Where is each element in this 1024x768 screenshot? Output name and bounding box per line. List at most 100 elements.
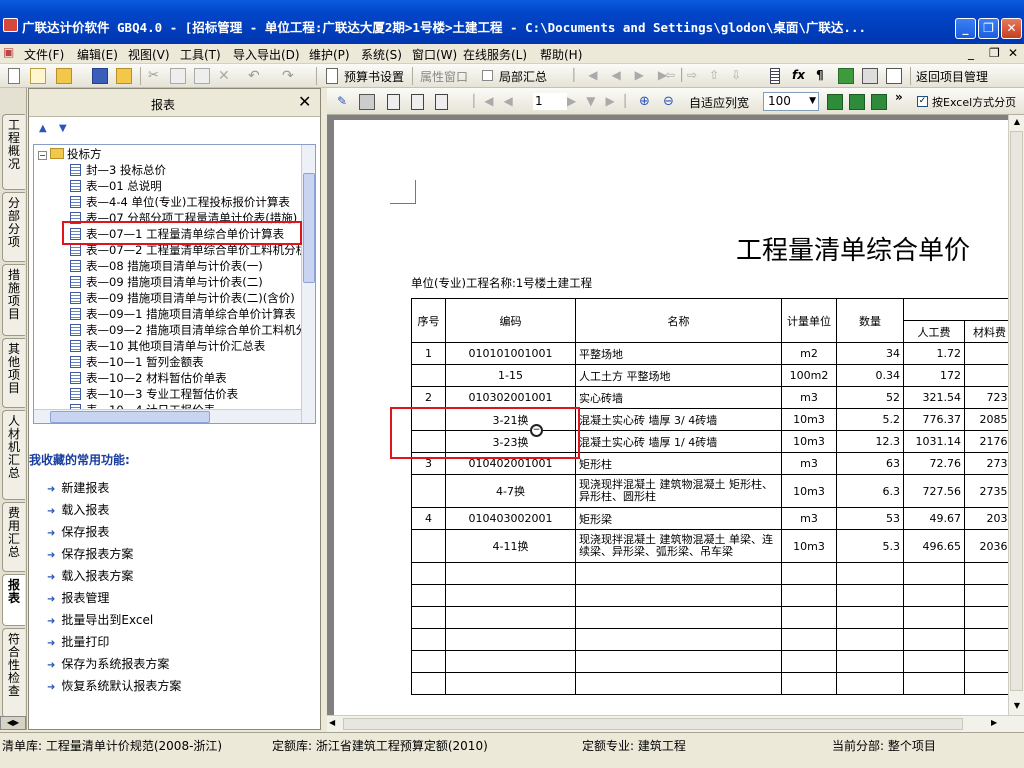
- zoom-in-icon[interactable]: ⊕: [639, 94, 655, 110]
- zoom-select[interactable]: 100 ▼: [763, 92, 819, 111]
- new-project-icon[interactable]: [30, 68, 46, 84]
- menu-help[interactable]: 帮助(H): [540, 46, 582, 63]
- menu-system[interactable]: 系统(S): [361, 46, 402, 63]
- favorite-item[interactable]: ➜ 批量导出到Excel: [47, 611, 153, 628]
- tree-item[interactable]: 封—3 投标总价: [70, 162, 166, 178]
- tree-item[interactable]: 表—10—1 暂列金额表: [70, 354, 204, 370]
- scroll-up-icon[interactable]: ▲: [1010, 115, 1024, 129]
- collapse-all-icon[interactable]: ▼: [59, 123, 67, 134]
- expand-all-icon[interactable]: ▲: [39, 123, 47, 134]
- zoom-out-icon[interactable]: ⊖: [663, 94, 679, 110]
- paragraph-icon[interactable]: ¶: [816, 68, 824, 82]
- folder-icon[interactable]: [116, 68, 132, 84]
- tree-item[interactable]: 表—08 措施项目清单与计价表(一): [70, 258, 263, 274]
- tree-item[interactable]: 表—09 措施项目清单与计价表(二)(含价): [70, 290, 295, 306]
- table-row[interactable]: 2 010302001001 实心砖墙 m3 52 321.54 723.: [411, 386, 1015, 409]
- table-row[interactable]: 1 010101001001 平整场地 m2 34 1.72: [411, 342, 1015, 365]
- menu-edit[interactable]: 编辑(E): [77, 46, 118, 63]
- mdi-close-icon[interactable]: ✕: [1008, 46, 1018, 60]
- favorite-item[interactable]: ➜ 恢复系统默认报表方案: [47, 677, 181, 694]
- back-to-project-button[interactable]: 返回项目管理: [916, 68, 988, 85]
- calculator-icon[interactable]: [770, 68, 780, 84]
- redo-icon[interactable]: ↷: [282, 68, 298, 84]
- mdi-minimize-icon[interactable]: _: [968, 46, 974, 60]
- fit-width-button[interactable]: 自适应列宽: [689, 94, 749, 111]
- tree-item[interactable]: 表—10—3 专业工程暂估价表: [70, 386, 238, 402]
- menu-window[interactable]: 窗口(W): [412, 46, 457, 63]
- tree-item[interactable]: 表—09—2 措施项目清单综合单价工料机分析表: [70, 322, 315, 338]
- excel-paging-label[interactable]: 按Excel方式分页: [932, 94, 1016, 110]
- tree-item[interactable]: 表—09 措施项目清单与计价表(二): [70, 274, 263, 290]
- tree-hscroll-thumb[interactable]: [50, 411, 210, 423]
- minimize-button[interactable]: _: [955, 18, 976, 39]
- save-icon[interactable]: [92, 68, 108, 84]
- property-window-button[interactable]: 属性窗口: [420, 68, 468, 85]
- collapse-toggle-icon[interactable]: −: [38, 151, 47, 160]
- preview-hscroll-thumb[interactable]: [343, 718, 963, 730]
- export-excel-icon[interactable]: [827, 94, 843, 110]
- tab-scroll-arrows-icon[interactable]: ◀▶: [0, 716, 26, 730]
- first-prev-icon[interactable]: ▕◀◀: [465, 94, 523, 108]
- page-number-field[interactable]: 1: [533, 93, 567, 110]
- tab-project-overview[interactable]: 工程概况: [2, 114, 25, 190]
- tab-divisions[interactable]: 分部分项: [2, 192, 25, 262]
- scroll-left-icon[interactable]: ◀: [329, 718, 335, 727]
- tree-vscroll[interactable]: [301, 145, 315, 423]
- tree-item[interactable]: 表—01 总说明: [70, 178, 162, 194]
- preview-vscroll-thumb[interactable]: [1010, 131, 1023, 691]
- tab-cost-summary[interactable]: 费用汇总: [2, 502, 25, 572]
- tab-other-items[interactable]: 其他项目: [2, 338, 25, 408]
- budget-settings-button[interactable]: 预算书设置: [344, 68, 404, 85]
- multi-page-icon[interactable]: [435, 94, 448, 110]
- tree-item[interactable]: 表—10—2 材料暂估价单表: [70, 370, 227, 386]
- move-arrows-icon[interactable]: ⇦⇨⇧⇩: [665, 68, 753, 82]
- favorite-item[interactable]: ➜ 载入报表方案: [47, 567, 133, 584]
- tree-item[interactable]: 表—09—1 措施项目清单综合单价计算表: [70, 306, 296, 322]
- scroll-right-icon[interactable]: ▶: [991, 718, 997, 727]
- table-row[interactable]: 4-11换 现浇现拌混凝土 建筑物混凝土 单梁、连续梁、异形梁、弧形梁、吊车梁 10…: [411, 529, 1015, 563]
- delete-icon[interactable]: ✕: [218, 68, 234, 84]
- tree-root[interactable]: − 投标方: [38, 146, 102, 162]
- local-summary-label[interactable]: 局部汇总: [499, 68, 547, 85]
- menu-file[interactable]: 文件(F): [24, 46, 64, 63]
- menu-view[interactable]: 视图(V): [128, 46, 170, 63]
- table-row[interactable]: 4-7换 现浇现拌混凝土 建筑物混凝土 矩形柱、异形柱、圆形柱 10m3 6.3 727…: [411, 474, 1015, 508]
- table-row[interactable]: 4 010403002001 矩形梁 m3 53 49.67 203.: [411, 507, 1015, 530]
- local-summary-checkbox[interactable]: [482, 70, 493, 81]
- scroll-down-icon[interactable]: ▼: [1010, 699, 1024, 713]
- preview-vscroll[interactable]: ▲ ▼: [1008, 115, 1024, 715]
- preview-hscroll[interactable]: ◀ ▶: [327, 715, 1024, 732]
- menu-online[interactable]: 在线服务(L): [463, 46, 527, 63]
- cut-icon[interactable]: ✂: [148, 68, 164, 84]
- tree-item[interactable]: 表—10 其他项目清单与计价汇总表: [70, 338, 265, 354]
- restore-button[interactable]: ❐: [978, 18, 999, 39]
- undo-icon[interactable]: ↶: [248, 68, 264, 84]
- formula-icon[interactable]: fx: [792, 68, 805, 82]
- paste-icon[interactable]: [194, 68, 210, 84]
- new-icon[interactable]: [8, 68, 20, 84]
- excel-paging-checkbox[interactable]: ✓: [917, 96, 928, 107]
- two-page-icon[interactable]: [411, 94, 424, 110]
- favorite-item[interactable]: ➜ 新建报表: [47, 479, 109, 496]
- tab-reports[interactable]: 报表: [2, 574, 25, 626]
- favorite-item[interactable]: ➜ 保存为系统报表方案: [47, 655, 169, 672]
- design-icon[interactable]: ✎: [337, 94, 353, 110]
- tab-labor-material-summary[interactable]: 人材机汇总: [2, 410, 25, 500]
- favorite-item[interactable]: ➜ 载入报表: [47, 501, 109, 518]
- export-all-icon[interactable]: [871, 94, 887, 110]
- print-icon[interactable]: [359, 94, 375, 110]
- cube-icon[interactable]: [838, 68, 854, 84]
- table-row[interactable]: 1-15 人工土方 平整场地 100m2 0.34 172: [411, 364, 1015, 387]
- open-folder-icon[interactable]: [56, 68, 72, 84]
- menu-import-export[interactable]: 导入导出(D): [233, 46, 300, 63]
- page-view-icon[interactable]: [387, 94, 400, 110]
- table-icon[interactable]: [862, 68, 878, 84]
- tree-hscroll[interactable]: [34, 409, 301, 423]
- export-sheet-icon[interactable]: [849, 94, 865, 110]
- overflow-chevron-icon[interactable]: »: [895, 90, 903, 104]
- next-last-icon[interactable]: ▶▼▶▏: [567, 94, 644, 108]
- copy-icon[interactable]: [170, 68, 186, 84]
- mdi-restore-icon[interactable]: ❐: [989, 46, 1000, 60]
- tree-item[interactable]: 表—4-4 单位(专业)工程投标报价计算表: [70, 194, 290, 210]
- tree-vscroll-thumb[interactable]: [303, 173, 315, 283]
